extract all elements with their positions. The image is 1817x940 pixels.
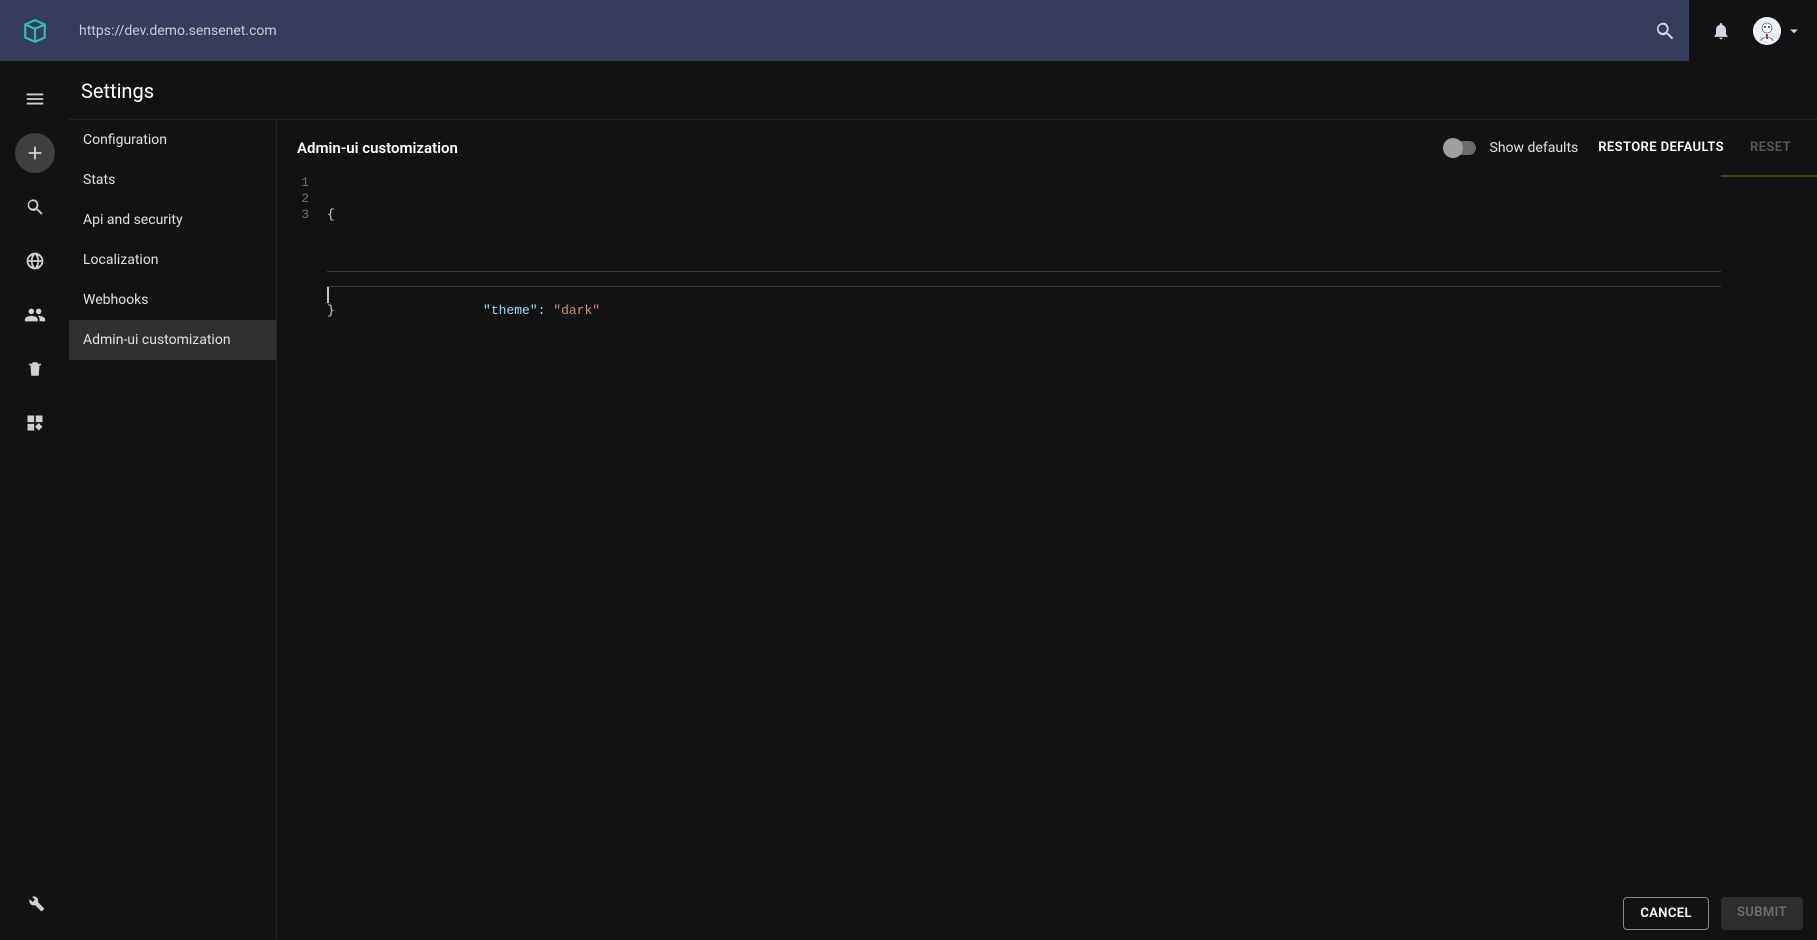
line-number: 1 xyxy=(297,175,309,191)
panel-header: Admin-ui customization Show defaults RES… xyxy=(277,120,1817,169)
bell-icon xyxy=(1711,21,1731,41)
code-token: } xyxy=(327,303,335,318)
repository-url[interactable]: https://dev.demo.sensenet.com xyxy=(79,23,277,39)
rail-widgets-button[interactable] xyxy=(15,403,55,443)
topbar-right xyxy=(1641,0,1817,61)
notifications-button[interactable] xyxy=(1697,7,1745,55)
shell: Settings Configuration Stats Api and sec… xyxy=(0,61,1817,940)
globe-icon xyxy=(25,251,45,271)
menu-button[interactable] xyxy=(15,79,55,119)
editor-gutter: 1 2 3 xyxy=(297,175,313,940)
settings-item-api-security[interactable]: Api and security xyxy=(69,200,276,240)
settings-sidebar: Configuration Stats Api and security Loc… xyxy=(69,120,277,940)
submit-button[interactable]: SUBMIT xyxy=(1721,897,1803,930)
editor-wrap: 1 2 3 { "theme": "dark" } xyxy=(277,169,1817,940)
panel-title: Admin-ui customization xyxy=(297,139,458,157)
wrench-icon xyxy=(25,892,45,912)
settings-item-webhooks[interactable]: Webhooks xyxy=(69,280,276,320)
rail-trash-button[interactable] xyxy=(15,349,55,389)
app-logo[interactable] xyxy=(0,18,69,44)
settings-item-admin-ui[interactable]: Admin-ui customization xyxy=(69,320,276,360)
editor-cursor xyxy=(327,287,329,303)
settings-item-stats[interactable]: Stats xyxy=(69,160,276,200)
code-token: { xyxy=(327,207,335,222)
page-title: Settings xyxy=(69,61,1817,119)
rail-users-button[interactable] xyxy=(15,295,55,335)
main-panel: Admin-ui customization Show defaults RES… xyxy=(277,120,1817,940)
left-rail xyxy=(0,61,69,940)
current-line-highlight xyxy=(327,271,1721,287)
search-icon xyxy=(1654,20,1676,42)
content-row: Configuration Stats Api and security Loc… xyxy=(69,119,1817,940)
rail-search-button[interactable] xyxy=(15,187,55,227)
users-icon xyxy=(24,304,46,326)
trash-icon xyxy=(26,360,44,378)
reset-button[interactable]: RESET xyxy=(1744,136,1797,159)
panel-footer: CANCEL SUBMIT xyxy=(1623,897,1803,930)
show-defaults-toggle[interactable] xyxy=(1445,141,1476,155)
settings-item-configuration[interactable]: Configuration xyxy=(69,120,276,160)
topbar: https://dev.demo.sensenet.com xyxy=(0,0,1817,61)
code-editor[interactable]: 1 2 3 { "theme": "dark" } xyxy=(297,175,1817,940)
editor-code[interactable]: { "theme": "dark" } xyxy=(313,175,1721,940)
plus-icon xyxy=(24,142,46,164)
topbar-search-button[interactable] xyxy=(1641,7,1689,55)
settings-item-localization[interactable]: Localization xyxy=(69,240,276,280)
line-number: 2 xyxy=(297,191,309,207)
editor-minimap[interactable] xyxy=(1721,175,1817,940)
hamburger-icon xyxy=(24,88,46,110)
add-button[interactable] xyxy=(15,133,55,173)
widgets-icon xyxy=(25,413,45,433)
topbar-user-area xyxy=(1689,0,1817,61)
restore-defaults-button[interactable]: RESTORE DEFAULTS xyxy=(1592,136,1730,159)
page: Settings Configuration Stats Api and sec… xyxy=(69,61,1817,940)
rail-globe-button[interactable] xyxy=(15,241,55,281)
logo-icon xyxy=(22,18,48,44)
show-defaults-label: Show defaults xyxy=(1490,140,1579,156)
rail-settings-button[interactable] xyxy=(15,882,55,922)
cancel-button[interactable]: CANCEL xyxy=(1623,897,1709,930)
line-number: 3 xyxy=(297,207,309,223)
chevron-down-icon[interactable] xyxy=(1785,22,1803,40)
user-avatar[interactable] xyxy=(1753,17,1781,45)
search-icon xyxy=(25,197,45,217)
